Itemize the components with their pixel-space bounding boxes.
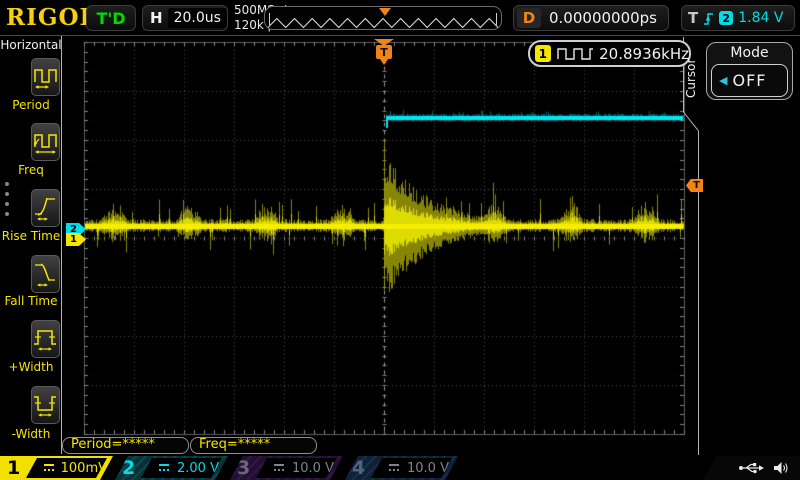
period-icon [33,63,59,91]
system-tray [703,456,800,480]
fall-time-icon [33,260,59,288]
period-readout: Period=***** [62,437,189,454]
delay-value: 0.00000000ps [541,9,665,27]
channel-3-badge: 3 10.0 V [230,456,343,480]
channel-3-scale-box: 10.0 V [256,458,337,478]
channel-3-scale: 10.0 V [292,461,334,476]
menu-page-dot [5,212,9,216]
neg-width-icon [33,391,59,419]
menu-label-neg-width: -Width [0,427,62,441]
timebase-box: H 20.0us [142,5,228,31]
menu-page-dot [5,192,9,196]
menu-button-freq[interactable] [31,123,60,161]
trigger-info-box: T 2 1.84 V [681,5,795,31]
menu-label-fall-time: Fall Time [0,294,62,308]
horizontal-menu: Horizontal Period Freq [0,36,62,454]
channel-1-scale-box: 100mV [26,458,107,478]
frequency-measurement-badge: 1 20.8936kHz [528,40,691,67]
waveform-display [0,0,800,480]
menu-label-pos-width: +Width [0,360,62,374]
oscilloscope-screen: RIGOL T'D H 20.0us 500MSa/s 120k pts D 0… [0,0,800,480]
trigger-position-tail-icon [380,59,388,65]
channel-status-bar: 1 100mV 2 2.00 V 3 10.0 V 4 10.0 V [0,455,800,480]
cursor-tab-label: Cursor [684,46,698,110]
sound-icon [773,461,788,475]
rising-edge-icon [703,11,714,26]
freq-readout: Freq=***** [190,437,317,454]
menu-page-dot [5,182,9,186]
channel-4-number: 4 [352,456,365,480]
cursor-mode-panel: Mode ◀ OFF [706,42,793,100]
trigger-position-label: T [376,45,392,59]
menu-label-rise-time: Rise Time [0,229,62,243]
trigger-source-badge: 2 [719,11,733,25]
menu-button-period[interactable] [31,58,60,96]
freq-icon [33,128,59,156]
rise-time-icon [33,194,59,222]
channel-4-badge: 4 10.0 V [345,456,458,480]
channel-2-number: 2 [122,456,135,480]
trigger-status-badge: T'D [86,5,136,31]
menu-label-period: Period [0,98,62,112]
dc-coupling-icon [158,464,170,472]
trigger-status-text: T'D [96,9,125,28]
dc-coupling-icon [388,464,400,472]
left-arrow-icon: ◀ [719,74,727,87]
pos-width-icon [33,325,59,353]
channel-1-number: 1 [7,456,20,480]
memory-preview [264,6,502,30]
menu-title: Horizontal [0,38,62,52]
menu-button-pos-width[interactable] [31,320,60,358]
menu-button-neg-width[interactable] [31,386,60,424]
dc-coupling-icon [43,464,54,472]
freq-badge-value: 20.8936kHz [599,45,689,63]
menu-button-rise-time[interactable] [31,189,60,227]
menu-page-dot [5,202,9,206]
channel-2-scale: 2.00 V [177,461,219,476]
status-bar: RIGOL T'D H 20.0us 500MSa/s 120k pts D 0… [0,0,800,36]
horizontal-label: H [150,9,163,27]
delay-box: D 0.00000000ps [513,5,669,31]
usb-icon [738,461,764,475]
channel-1-badge: 1 100mV [0,456,113,480]
trigger-position-marker: T [371,39,397,66]
channel-4-scale-box: 10.0 V [371,458,452,478]
dc-coupling-icon [273,464,285,472]
trigger-label: T [688,9,698,27]
menu-button-fall-time[interactable] [31,255,60,293]
cursor-mode-value: OFF [733,71,767,90]
channel-4-scale: 10.0 V [407,461,449,476]
channel-3-number: 3 [237,456,250,480]
freq-badge-channel: 1 [535,45,551,62]
channel-2-scale-box: 2.00 V [141,458,222,478]
square-wave-icon [557,47,594,60]
trigger-level-value: 1.84 V [738,10,783,26]
channel-1-scale: 100mV [61,461,107,476]
cursor-mode-button[interactable]: ◀ OFF [711,64,788,97]
channel-2-badge: 2 2.00 V [115,456,228,480]
mode-title: Mode [707,45,792,61]
delay-label: D [517,8,541,28]
rigol-logo: RIGOL [6,4,97,31]
menu-label-freq: Freq [0,163,62,177]
timebase-value: 20.0us [168,8,227,28]
